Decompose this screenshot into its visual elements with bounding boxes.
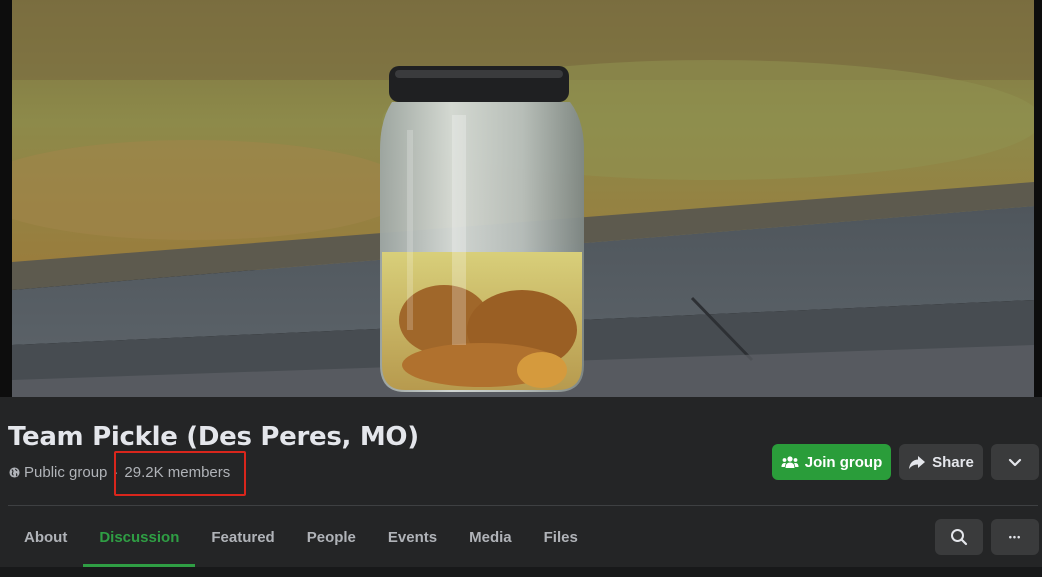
cover-image [12, 0, 1034, 397]
share-arrow-icon [908, 455, 926, 470]
group-tabs: About Discussion Featured People Events … [8, 508, 594, 567]
ellipsis-icon: ••• [1008, 532, 1022, 542]
tab-label: Events [387, 529, 438, 546]
tab-about[interactable]: About [8, 508, 83, 567]
people-icon [781, 455, 799, 469]
more-actions-button[interactable]: ••• [991, 519, 1039, 555]
cover-photo [0, 0, 1042, 397]
search-button[interactable] [935, 519, 983, 555]
tab-label: People [306, 529, 356, 546]
tab-label: Media [469, 529, 512, 546]
tab-files[interactable]: Files [528, 508, 594, 567]
tab-events[interactable]: Events [372, 508, 453, 567]
tab-discussion[interactable]: Discussion [83, 508, 196, 567]
highlight-annotation-box [114, 451, 246, 496]
search-icon [951, 529, 968, 546]
join-group-label: Join group [804, 453, 883, 471]
group-page: Team Pickle (Des Peres, MO) Public group… [0, 0, 1042, 577]
tab-label: About [24, 529, 68, 546]
group-title: Team Pickle (Des Peres, MO) [8, 422, 419, 452]
chevron-down-icon [1008, 458, 1022, 466]
tab-media[interactable]: Media [453, 508, 528, 567]
tab-label: Files [543, 529, 578, 546]
more-options-dropdown[interactable] [991, 444, 1039, 480]
tab-people[interactable]: People [291, 508, 372, 567]
header-divider [8, 505, 1038, 506]
tab-featured[interactable]: Featured [195, 508, 290, 567]
share-label: Share [932, 453, 974, 471]
globe-icon [9, 466, 20, 478]
tab-label: Discussion [99, 529, 180, 546]
join-group-button[interactable]: Join group [772, 444, 891, 480]
privacy-label: Public group [24, 463, 108, 481]
share-button[interactable]: Share [899, 444, 983, 480]
tab-label: Featured [211, 529, 275, 546]
page-bottom-edge [0, 567, 1042, 577]
